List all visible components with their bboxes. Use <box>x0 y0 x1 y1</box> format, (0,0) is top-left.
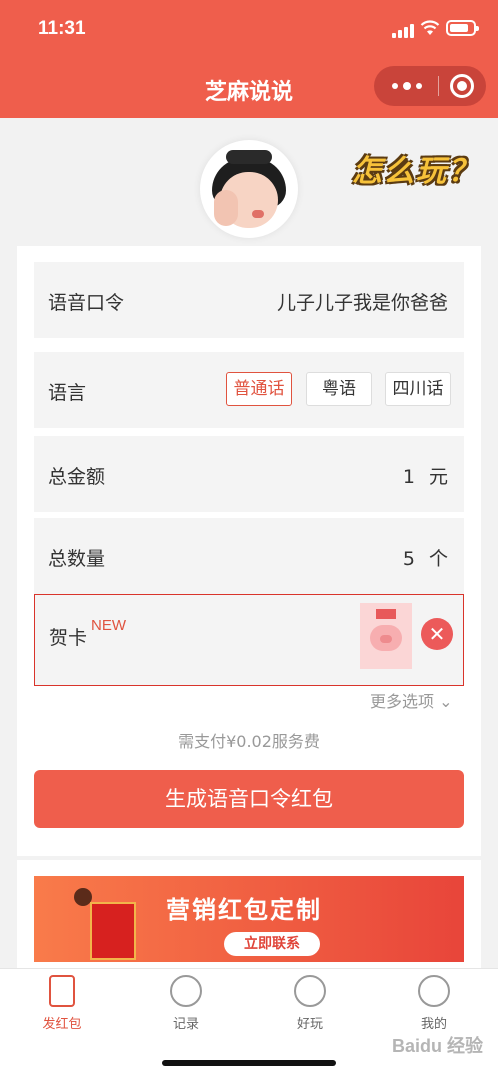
language-option-cantonese[interactable]: 粤语 <box>306 372 372 406</box>
total-count-row[interactable]: 总数量 5个 <box>34 518 464 594</box>
capsule-divider <box>438 76 439 96</box>
tab-label: 好玩 <box>296 1017 323 1032</box>
wifi-icon <box>420 20 440 35</box>
how-to-play-link[interactable]: 怎么玩？ <box>352 146 480 190</box>
voice-command-row[interactable]: 语音口令 儿子儿子我是你爸爸 <box>34 262 464 338</box>
more-options-label: 更多选项 <box>370 692 435 711</box>
language-option-mandarin[interactable]: 普通话 <box>226 372 292 406</box>
battery-icon <box>446 20 479 36</box>
banner-title: 营销红包定制 <box>166 896 322 924</box>
tab-mine[interactable]: 我的 <box>394 975 474 1035</box>
greeting-card-label: 贺卡 <box>49 627 88 649</box>
language-row: 语言 普通话 粤语 四川话 <box>34 352 464 428</box>
voice-command-label: 语音口令 <box>48 292 125 314</box>
close-miniprogram-icon[interactable] <box>450 74 474 98</box>
more-options-toggle[interactable]: 更多选项 ⌄ <box>370 688 453 712</box>
red-envelope-icon <box>49 975 75 1007</box>
new-badge: NEW <box>91 617 126 634</box>
tab-fun[interactable]: 好玩 <box>270 975 350 1035</box>
total-count-unit: 个 <box>428 548 448 570</box>
fee-note: 需支付¥0.02服务费 <box>178 732 320 751</box>
pig-icon <box>370 625 402 651</box>
greeting-card-thumbnail[interactable] <box>360 603 412 669</box>
language-label: 语言 <box>48 382 87 404</box>
signal-icon <box>392 22 414 38</box>
tab-label: 我的 <box>420 1017 447 1032</box>
total-amount-unit: 元 <box>428 466 448 488</box>
total-count-field[interactable]: 5个 <box>403 544 448 571</box>
total-amount-field[interactable]: 1元 <box>403 462 448 489</box>
total-amount-value: 1 <box>402 466 415 488</box>
miniprogram-capsule <box>374 66 486 106</box>
status-time: 11:31 <box>38 18 86 39</box>
chevron-down-icon: ⌄ <box>439 692 453 711</box>
red-envelope-illustration <box>90 902 136 960</box>
more-menu-icon[interactable] <box>388 66 428 106</box>
nav-bar: 芝麻说说 <box>0 60 498 118</box>
tab-label: 发红包 <box>42 1017 82 1032</box>
tab-label: 记录 <box>172 1017 199 1032</box>
tab-records[interactable]: 记录 <box>146 975 226 1035</box>
generate-red-packet-button[interactable]: 生成语音口令红包 <box>34 770 464 828</box>
language-option-sichuanese[interactable]: 四川话 <box>385 372 451 406</box>
user-icon <box>418 975 450 1007</box>
contact-now-button[interactable]: 立即联系 <box>224 932 320 956</box>
gamepad-icon <box>294 975 326 1007</box>
remove-card-button[interactable]: ✕ <box>421 618 453 650</box>
status-bar: 11:31 <box>0 0 498 60</box>
home-indicator <box>162 1060 336 1066</box>
promo-banner[interactable]: 营销红包定制 立即联系 <box>34 876 464 962</box>
total-count-value: 5 <box>402 548 415 570</box>
form-card: 语音口令 儿子儿子我是你爸爸 语言 普通话 粤语 四川话 总金额 1元 总数量 … <box>17 246 481 856</box>
avatar <box>200 140 298 238</box>
tab-send-red-packet[interactable]: 发红包 <box>22 975 102 1035</box>
total-amount-label: 总金额 <box>48 466 106 488</box>
baidu-watermark: Baidu 经验 <box>392 1036 484 1056</box>
greeting-card-row[interactable]: 贺卡 NEW ✕ <box>34 594 464 686</box>
total-count-label: 总数量 <box>48 548 106 570</box>
voice-command-value[interactable]: 儿子儿子我是你爸爸 <box>277 288 448 315</box>
total-amount-row[interactable]: 总金额 1元 <box>34 436 464 512</box>
list-icon <box>170 975 202 1007</box>
